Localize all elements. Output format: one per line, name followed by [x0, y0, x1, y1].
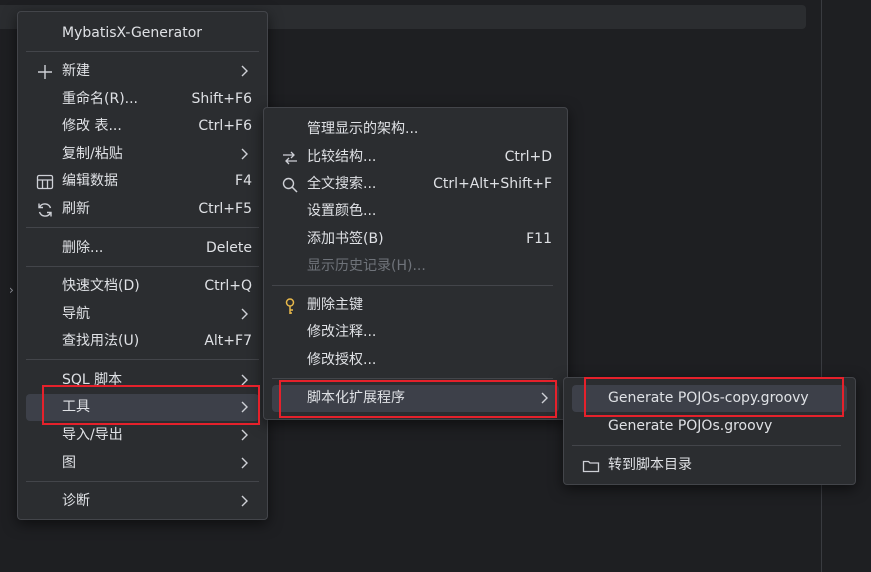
menu-item-sql-script[interactable]: SQL 脚本 [26, 367, 259, 394]
menu-item-shortcut: Ctrl+F5 [198, 201, 252, 217]
menu-separator [572, 445, 841, 446]
menu-item-find-usages[interactable]: 查找用法(U) Alt+F7 [26, 328, 259, 355]
chevron-right-icon [539, 389, 551, 407]
menu-item-modify-table[interactable]: 修改 表... Ctrl+F6 [26, 113, 259, 140]
menu-item-generate-pojos[interactable]: Generate POJOs.groovy [572, 413, 847, 440]
menu-item-label: 转到脚本目录 [608, 457, 692, 473]
chevron-right-icon [239, 371, 251, 389]
refresh-icon [36, 201, 54, 219]
menu-item-import-export[interactable]: 导入/导出 [26, 422, 259, 449]
menu-item-shortcut: Alt+F7 [204, 333, 252, 349]
menu-item-label: 显示历史记录(H)... [307, 258, 426, 274]
key-icon [281, 297, 299, 315]
menu-item-label: 脚本化扩展程序 [307, 390, 405, 406]
menu-item-label: 快速文档(D) [62, 278, 140, 294]
chevron-right-icon [239, 305, 251, 323]
menu-item-shortcut: Delete [206, 240, 252, 256]
menu-item-label: 修改授权... [307, 352, 377, 368]
search-icon [281, 176, 299, 194]
menu-item-set-color[interactable]: 设置颜色... [272, 198, 559, 225]
menu-item-label: Generate POJOs-copy.groovy [608, 390, 809, 406]
menu-item-label: 修改 表... [62, 118, 122, 134]
menu-separator [26, 359, 259, 360]
menu-item-modify-grants[interactable]: 修改授权... [272, 347, 559, 374]
menu-separator [26, 481, 259, 482]
menu-item-label: 重命名(R)... [62, 91, 139, 107]
menu-item-generate-pojos-copy[interactable]: Generate POJOs-copy.groovy [572, 385, 847, 412]
menu-item-label: SQL 脚本 [62, 372, 123, 388]
menu-item-label: 全文搜索... [307, 176, 377, 192]
menu-separator [272, 378, 553, 379]
menu-item-compare-structure[interactable]: 比较结构... Ctrl+D [272, 144, 559, 171]
menu-item-rename[interactable]: 重命名(R)... Shift+F6 [26, 86, 259, 113]
menu-item-manage-schemas[interactable]: 管理显示的架构... [272, 116, 559, 143]
menu-item-shortcut: F11 [526, 231, 552, 247]
editor-gutter-line [821, 0, 822, 572]
menu-item-label: 查找用法(U) [62, 333, 140, 349]
menu-item-quick-doc[interactable]: 快速文档(D) Ctrl+Q [26, 273, 259, 300]
menu-item-label: 添加书签(B) [307, 231, 384, 247]
menu-item-label: 导航 [62, 306, 90, 322]
context-menu-main: MybatisX-Generator 新建 重命名(R)... Shift+F6… [17, 11, 268, 520]
folder-icon [582, 457, 600, 475]
menu-item-navigate[interactable]: 导航 [26, 301, 259, 328]
menu-item-refresh[interactable]: 刷新 Ctrl+F5 [26, 196, 259, 223]
menu-item-shortcut: Ctrl+D [504, 149, 552, 165]
chevron-right-icon [239, 398, 251, 416]
menu-item-label: Generate POJOs.groovy [608, 418, 773, 434]
menu-item-drop-primary-key[interactable]: 删除主键 [272, 292, 559, 319]
menu-item-label: 编辑数据 [62, 173, 118, 189]
table-icon [36, 173, 54, 191]
menu-header-label: MybatisX-Generator [62, 25, 203, 41]
plus-icon [36, 63, 54, 81]
chevron-right-icon [239, 62, 251, 80]
menu-item-label: 比较结构... [307, 149, 377, 165]
menu-item-new[interactable]: 新建 [26, 58, 259, 85]
menu-item-shortcut: Ctrl+Alt+Shift+F [433, 176, 552, 192]
menu-item-shortcut: Ctrl+Q [204, 278, 252, 294]
context-menu-scripted-extensions: Generate POJOs-copy.groovy Generate POJO… [563, 377, 856, 485]
menu-item-go-to-scripts-dir[interactable]: 转到脚本目录 [572, 452, 847, 479]
menu-item-shortcut: F4 [235, 173, 252, 189]
menu-item-copy-paste[interactable]: 复制/粘贴 [26, 141, 259, 168]
menu-item-label: 删除主键 [307, 297, 363, 313]
menu-item-mybatisx-generator[interactable]: MybatisX-Generator [26, 20, 259, 47]
chevron-right-icon[interactable]: › [9, 283, 14, 297]
menu-item-label: 复制/粘贴 [62, 146, 123, 162]
menu-item-label: 修改注释... [307, 324, 377, 340]
menu-item-shortcut: Shift+F6 [191, 91, 252, 107]
menu-item-diagnostics[interactable]: 诊断 [26, 488, 259, 515]
chevron-right-icon [239, 492, 251, 510]
menu-item-label: 管理显示的架构... [307, 121, 419, 137]
compare-icon [281, 149, 299, 167]
menu-item-full-text-search[interactable]: 全文搜索... Ctrl+Alt+Shift+F [272, 171, 559, 198]
menu-item-label: 新建 [62, 63, 90, 79]
menu-item-diagram[interactable]: 图 [26, 450, 259, 477]
menu-item-label: 导入/导出 [62, 427, 123, 443]
menu-item-label: 删除... [62, 240, 104, 256]
menu-item-label: 诊断 [62, 493, 90, 509]
context-menu-tools: 管理显示的架构... 比较结构... Ctrl+D 全文搜索... Ctrl+A… [263, 107, 568, 420]
menu-separator [272, 285, 553, 286]
menu-item-shortcut: Ctrl+F6 [198, 118, 252, 134]
menu-item-tools[interactable]: 工具 [26, 394, 259, 421]
chevron-right-icon [239, 145, 251, 163]
menu-item-scripted-extensions[interactable]: 脚本化扩展程序 [272, 385, 559, 412]
menu-item-label: 图 [62, 455, 76, 471]
menu-item-add-bookmark[interactable]: 添加书签(B) F11 [272, 226, 559, 253]
menu-item-edit-data[interactable]: 编辑数据 F4 [26, 168, 259, 195]
menu-separator [26, 51, 259, 52]
menu-item-label: 设置颜色... [307, 203, 377, 219]
menu-separator [26, 266, 259, 267]
menu-separator [26, 227, 259, 228]
chevron-right-icon [239, 454, 251, 472]
menu-item-delete[interactable]: 删除... Delete [26, 235, 259, 262]
menu-item-label: 工具 [62, 399, 90, 415]
menu-item-show-history: 显示历史记录(H)... [272, 253, 559, 280]
menu-item-modify-comment[interactable]: 修改注释... [272, 319, 559, 346]
chevron-right-icon [239, 426, 251, 444]
menu-item-label: 刷新 [62, 201, 90, 217]
